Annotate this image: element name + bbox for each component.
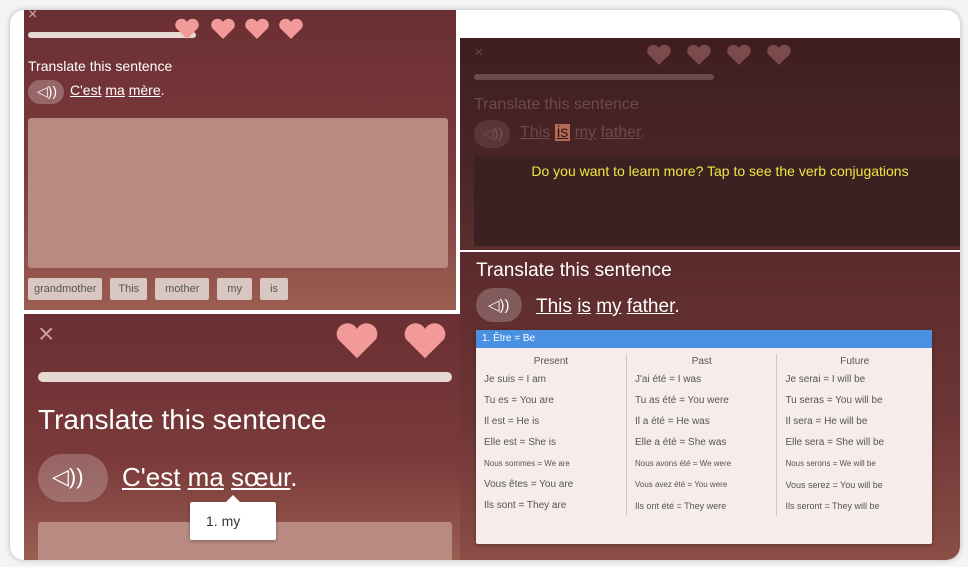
- prompt-title: Translate this sentence: [38, 404, 327, 435]
- heart-icon: [210, 18, 236, 40]
- sentence-word[interactable]: ma: [188, 462, 224, 492]
- table-cell: Il sera = He will be: [785, 416, 868, 427]
- table-cell: Ils seront = They will be: [785, 500, 880, 511]
- sentence-word[interactable]: C'est: [122, 462, 180, 492]
- prompt-title: Translate this sentence: [474, 96, 639, 113]
- table-cell: Ils ont été = They were: [626, 495, 778, 516]
- word-tile[interactable]: grandmother: [28, 278, 103, 300]
- prompt-title: Translate this sentence: [476, 260, 672, 281]
- table-cell: Nous serons = We will be: [785, 459, 876, 468]
- panel-top-left: × Translate this sentence ◁)) C'est ma m…: [24, 10, 456, 310]
- table-cell: Ils sont = They are: [476, 495, 627, 516]
- heart-icon: [766, 44, 792, 66]
- table-row: Elle est = She is Elle a été = She was E…: [476, 432, 932, 453]
- word-tile[interactable]: my: [217, 278, 253, 300]
- sentence-word[interactable]: my: [575, 124, 596, 141]
- table-cell: Il est = He is: [476, 411, 627, 432]
- conjugation-popup: 1. Être = Be Present Past Future Je suis…: [476, 330, 932, 544]
- table-cell: Elle est = She is: [476, 432, 627, 453]
- progress-bar: [38, 372, 452, 382]
- answer-area[interactable]: [28, 118, 448, 268]
- table-cell: Il a été = He was: [626, 411, 778, 432]
- heart-icon: [278, 18, 304, 40]
- table-row: Nous sommes = We are Nous avons été = We…: [476, 453, 932, 474]
- table-cell: Nous sommes = We are: [476, 453, 627, 474]
- column-header: Present: [476, 354, 627, 369]
- table-cell: Tu seras = You will be: [785, 395, 883, 406]
- conjugation-table: Present Past Future Je suis = I am J'ai …: [476, 354, 932, 516]
- word-tile[interactable]: This: [110, 278, 148, 300]
- table-row: Vous êtes = You are Vous avez été = You …: [476, 474, 932, 495]
- sentence-word-highlighted[interactable]: is: [554, 124, 571, 141]
- panel-top-right: × Translate this sentence ◁)) This is my…: [460, 38, 960, 250]
- screenshot-collage: × Translate this sentence ◁)) C'est ma m…: [10, 10, 960, 560]
- speaker-icon: ◁)): [488, 297, 510, 314]
- heart-icon: [646, 44, 672, 66]
- table-row: Il est = He is Il a été = He was Il sera…: [476, 411, 932, 432]
- speaker-button[interactable]: ◁)): [474, 120, 510, 148]
- progress-bar: [28, 32, 196, 38]
- column-header: Past: [626, 354, 778, 369]
- heart-icon: [334, 322, 380, 360]
- sentence: C'est ma mère.: [70, 82, 165, 98]
- close-icon[interactable]: ×: [28, 10, 37, 24]
- table-cell: Tu as été = You were: [626, 390, 778, 411]
- table-cell: Vous êtes = You are: [476, 474, 627, 495]
- table-cell: Elle sera = She will be: [785, 437, 885, 448]
- heart-icon: [402, 322, 448, 360]
- table-cell: Nous avons été = We were: [626, 453, 778, 474]
- sentence-word[interactable]: my: [596, 296, 621, 317]
- table-cell: Je serai = I will be: [785, 374, 866, 385]
- learn-more-tip[interactable]: Do you want to learn more? Tap to see th…: [510, 162, 930, 180]
- close-icon[interactable]: ×: [38, 320, 54, 348]
- conjugation-header: 1. Être = Be: [476, 330, 932, 348]
- sentence-word[interactable]: This: [520, 124, 550, 141]
- word-bank: grandmother This mother my is: [28, 278, 289, 300]
- table-cell: Vous serez = You will be: [785, 479, 883, 490]
- sentence-word[interactable]: C'est: [70, 82, 101, 98]
- table-cell: Je suis = I am: [476, 369, 627, 390]
- sentence-word[interactable]: father: [600, 124, 640, 141]
- sentence-word[interactable]: mère: [129, 82, 161, 98]
- word-tile[interactable]: mother: [155, 278, 210, 300]
- table-row: Tu es = You are Tu as été = You were Tu …: [476, 390, 932, 411]
- tooltip-arrow: [226, 495, 240, 502]
- heart-icon: [686, 44, 712, 66]
- sentence-word[interactable]: father: [627, 296, 675, 317]
- column-header: Future: [840, 356, 870, 367]
- sentence-word[interactable]: is: [577, 296, 591, 317]
- sentence-word[interactable]: ma: [105, 82, 124, 98]
- speaker-button[interactable]: ◁)): [38, 454, 108, 502]
- close-icon[interactable]: ×: [474, 44, 483, 62]
- speaker-button[interactable]: ◁)): [476, 288, 522, 322]
- sentence-word[interactable]: sœur: [231, 462, 290, 492]
- table-cell: Vous avez été = You were: [626, 474, 778, 495]
- progress-bar: [474, 74, 714, 80]
- heart-icon: [726, 44, 752, 66]
- table-cell: J'ai été = I was: [626, 369, 778, 390]
- panel-bottom-left: × Translate this sentence ◁)) C'est ma s…: [24, 314, 460, 560]
- speaker-icon: ◁)): [52, 464, 84, 489]
- heart-icon: [174, 18, 200, 40]
- panel-bottom-right: Translate this sentence ◁)) This is my f…: [460, 252, 960, 560]
- speaker-icon: ◁)): [483, 125, 504, 141]
- table-row: Ils sont = They are Ils ont été = They w…: [476, 495, 932, 516]
- table-row: Je suis = I am J'ai été = I was Je serai…: [476, 369, 932, 390]
- tooltip-text: 1. my: [206, 513, 241, 529]
- speaker-button[interactable]: ◁)): [28, 80, 64, 104]
- prompt-title: Translate this sentence: [28, 58, 173, 74]
- word-tooltip: 1. my: [190, 495, 276, 540]
- speaker-icon: ◁)): [37, 83, 58, 99]
- sentence: This is my father.: [536, 296, 680, 317]
- heart-icon: [244, 18, 270, 40]
- sentence-word[interactable]: This: [536, 296, 572, 317]
- word-tile[interactable]: is: [260, 278, 289, 300]
- table-cell: Elle a été = She was: [626, 432, 778, 453]
- table-cell: Tu es = You are: [476, 390, 627, 411]
- table-header-row: Present Past Future: [476, 354, 932, 369]
- sentence: This is my father.: [520, 124, 645, 141]
- sentence: C'est ma sœur.: [122, 462, 298, 492]
